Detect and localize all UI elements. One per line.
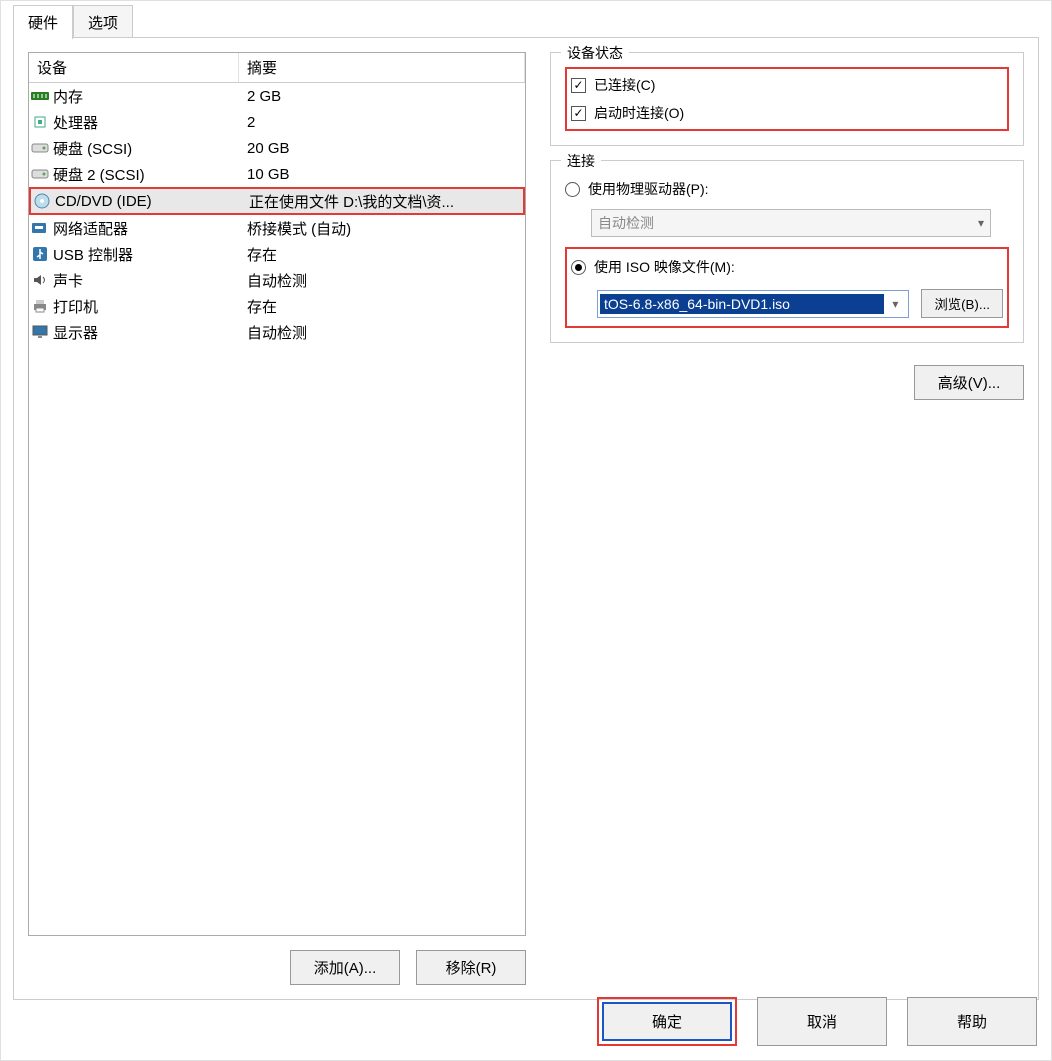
advanced-button[interactable]: 高级(V)... — [914, 365, 1024, 400]
device-row[interactable]: 处理器2 — [29, 109, 525, 135]
remove-button[interactable]: 移除(R) — [416, 950, 526, 985]
physical-drive-radio[interactable] — [565, 182, 580, 197]
connect-poweron-checkbox[interactable]: ✓ — [571, 106, 586, 121]
physical-drive-select: 自动检测 ▾ — [591, 209, 991, 237]
device-row[interactable]: 声卡自动检测 — [29, 267, 525, 293]
device-row[interactable]: 内存2 GB — [29, 83, 525, 109]
connect-poweron-label: 启动时连接(O) — [594, 103, 684, 123]
highlight-status: ✓ 已连接(C) ✓ 启动时连接(O) — [565, 67, 1009, 131]
sound-icon — [29, 272, 51, 288]
hdd-icon — [29, 167, 51, 181]
device-name: 处理器 — [51, 112, 239, 133]
device-name: 打印机 — [51, 296, 239, 317]
display-icon — [29, 324, 51, 340]
device-status-title: 设备状态 — [561, 43, 629, 63]
usb-icon — [29, 246, 51, 262]
nic-icon — [29, 221, 51, 235]
cancel-button[interactable]: 取消 — [757, 997, 887, 1046]
device-name: 显示器 — [51, 322, 239, 343]
memory-icon — [29, 89, 51, 103]
chevron-down-icon: ▾ — [978, 216, 984, 230]
device-summary: 存在 — [239, 244, 525, 265]
hdd-icon — [29, 141, 51, 155]
highlight-ok: 确定 — [597, 997, 737, 1046]
device-summary: 2 — [239, 114, 525, 131]
connection-title: 连接 — [561, 151, 601, 171]
tab-options[interactable]: 选项 — [73, 5, 133, 39]
cpu-icon — [29, 114, 51, 130]
device-summary: 自动检测 — [239, 270, 525, 291]
device-row[interactable]: 硬盘 2 (SCSI)10 GB — [29, 161, 525, 187]
device-summary: 20 GB — [239, 140, 525, 157]
device-row[interactable]: 显示器自动检测 — [29, 319, 525, 345]
connected-label: 已连接(C) — [594, 75, 655, 95]
tab-hardware[interactable]: 硬件 — [13, 5, 73, 39]
device-summary: 10 GB — [239, 166, 525, 183]
chevron-down-icon[interactable]: ▾ — [884, 297, 906, 311]
connection-group: 连接 使用物理驱动器(P): 自动检测 ▾ 使用 ISO 映像文件(M): — [550, 160, 1024, 343]
device-list[interactable]: 设备 摘要 内存2 GB处理器2硬盘 (SCSI)20 GB硬盘 2 (SCSI… — [28, 52, 526, 936]
device-summary: 存在 — [239, 296, 525, 317]
iso-file-combobox[interactable]: tOS-6.8-x86_64-bin-DVD1.iso ▾ — [597, 290, 909, 318]
device-summary: 自动检测 — [239, 322, 525, 343]
iso-file-label: 使用 ISO 映像文件(M): — [594, 257, 735, 277]
browse-button[interactable]: 浏览(B)... — [921, 289, 1003, 318]
device-status-group: 设备状态 ✓ 已连接(C) ✓ 启动时连接(O) — [550, 52, 1024, 146]
device-name: 网络适配器 — [51, 218, 239, 239]
device-name: 硬盘 (SCSI) — [51, 138, 239, 159]
device-name: USB 控制器 — [51, 244, 239, 265]
col-summary: 摘要 — [239, 53, 525, 82]
device-row[interactable]: 打印机存在 — [29, 293, 525, 319]
device-summary: 正在使用文件 D:\我的文档\资... — [241, 191, 523, 212]
device-list-header: 设备 摘要 — [29, 53, 525, 83]
device-summary: 2 GB — [239, 88, 525, 105]
device-summary: 桥接模式 (自动) — [239, 218, 525, 239]
device-row[interactable]: USB 控制器存在 — [29, 241, 525, 267]
iso-file-radio[interactable] — [571, 260, 586, 275]
cd-icon — [31, 193, 53, 209]
col-device: 设备 — [29, 53, 239, 82]
physical-drive-value: 自动检测 — [598, 213, 654, 233]
highlight-iso: 使用 ISO 映像文件(M): tOS-6.8-x86_64-bin-DVD1.… — [565, 247, 1009, 328]
device-name: 内存 — [51, 86, 239, 107]
device-name: 声卡 — [51, 270, 239, 291]
device-row[interactable]: CD/DVD (IDE)正在使用文件 D:\我的文档\资... — [29, 187, 525, 215]
add-button[interactable]: 添加(A)... — [290, 950, 400, 985]
printer-icon — [29, 298, 51, 314]
device-name: 硬盘 2 (SCSI) — [51, 164, 239, 185]
iso-file-value: tOS-6.8-x86_64-bin-DVD1.iso — [600, 294, 884, 314]
device-row[interactable]: 硬盘 (SCSI)20 GB — [29, 135, 525, 161]
help-button[interactable]: 帮助 — [907, 997, 1037, 1046]
connected-checkbox[interactable]: ✓ — [571, 78, 586, 93]
device-row[interactable]: 网络适配器桥接模式 (自动) — [29, 215, 525, 241]
physical-drive-label: 使用物理驱动器(P): — [588, 179, 709, 199]
ok-button[interactable]: 确定 — [602, 1002, 732, 1041]
device-name: CD/DVD (IDE) — [53, 193, 241, 210]
